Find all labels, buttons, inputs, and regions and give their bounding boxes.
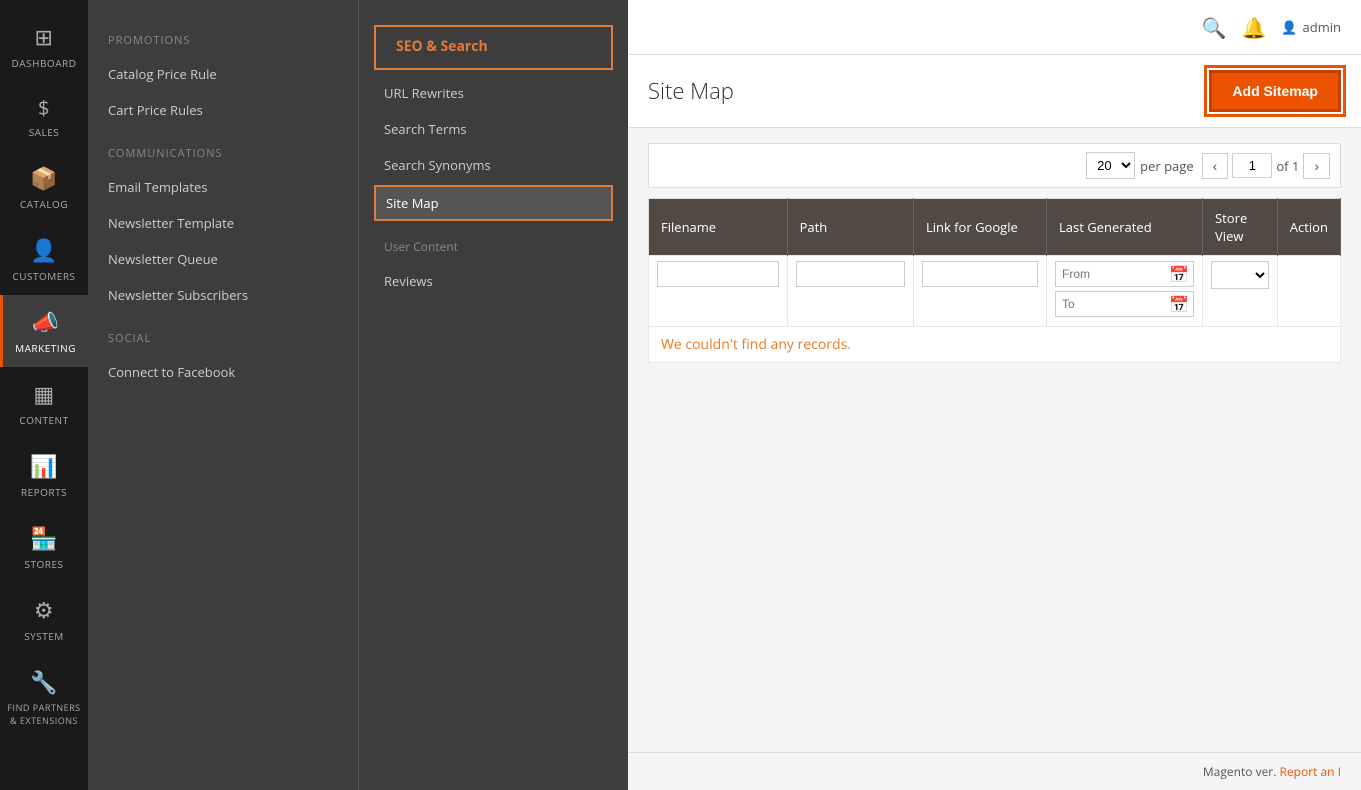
to-calendar-icon[interactable]: 📅 — [1169, 293, 1189, 315]
stores-icon: 🏪 — [30, 523, 58, 553]
search-terms-item[interactable]: Search Terms — [359, 111, 628, 147]
top-bar-icons: 🔍 🔔 👤 admin — [1202, 14, 1341, 41]
sales-icon: $ — [38, 94, 50, 121]
promotions-section-title: Promotions — [88, 15, 358, 56]
col-header-path: Path — [787, 199, 913, 256]
marketing-menu: Promotions Catalog Price Rule Cart Price… — [88, 0, 358, 790]
pagination: ‹ of 1 › — [1202, 153, 1330, 179]
grid-controls: 20 per page ‹ of 1 › — [648, 143, 1341, 188]
footer: Magento ver. Report an I — [628, 752, 1361, 790]
filename-filter-input[interactable] — [657, 261, 779, 287]
system-icon: ⚙ — [34, 595, 54, 625]
filter-last-generated: 📅 📅 — [1047, 256, 1203, 327]
col-header-link: Link for Google — [913, 199, 1046, 256]
dashboard-icon: ⊞ — [35, 22, 54, 52]
next-page-button[interactable]: › — [1303, 153, 1330, 179]
page-number-input[interactable] — [1232, 153, 1272, 178]
page-title-area: Site Map — [648, 76, 1209, 106]
sidebar-item-reports[interactable]: 📊 REPORTS — [0, 439, 88, 511]
no-records-message: We couldn't find any records. — [649, 327, 1341, 363]
sidebar-item-customers[interactable]: 👤 CUSTOMERS — [0, 223, 88, 295]
filter-filename — [649, 256, 788, 327]
social-section-title: Social — [88, 313, 358, 354]
sidebar-item-content[interactable]: ▦ CONTENT — [0, 367, 88, 439]
url-rewrites-item[interactable]: URL Rewrites — [359, 75, 628, 111]
add-sitemap-button[interactable]: Add Sitemap — [1209, 70, 1341, 112]
to-date-wrap: 📅 — [1055, 291, 1194, 317]
path-filter-input[interactable] — [796, 261, 905, 287]
col-header-last-generated: Last Generated — [1047, 199, 1203, 256]
sidebar-icons: ⊞ DASHBOARD $ SALES 📦 CATALOG 👤 CUSTOMER… — [0, 0, 88, 790]
seo-search-header[interactable]: SEO & Search — [374, 25, 613, 70]
per-page-select: 20 per page — [1086, 152, 1193, 179]
table-header-row: Filename Path Link for Google Last Gener… — [649, 199, 1341, 256]
no-records-row: We couldn't find any records. — [649, 327, 1341, 363]
connect-facebook-item[interactable]: Connect to Facebook — [88, 354, 358, 390]
newsletter-queue-item[interactable]: Newsletter Queue — [88, 241, 358, 277]
filter-link — [913, 256, 1046, 327]
sidebar-item-dashboard[interactable]: ⊞ DASHBOARD — [0, 10, 88, 82]
sidebar-item-stores[interactable]: 🏪 STORES — [0, 511, 88, 583]
of-pages: of 1 — [1276, 157, 1299, 175]
catalog-icon: 📦 — [30, 163, 58, 193]
communications-section-title: Communications — [88, 128, 358, 169]
sidebar-item-marketing[interactable]: 📣 MARKETING — [0, 295, 88, 367]
customers-icon: 👤 — [30, 235, 58, 265]
newsletter-subscribers-item[interactable]: Newsletter Subscribers — [88, 277, 358, 313]
newsletter-template-item[interactable]: Newsletter Template — [88, 205, 358, 241]
content-area: 20 per page ‹ of 1 › Filename Path Link … — [628, 128, 1361, 752]
user-menu[interactable]: 👤 admin — [1281, 18, 1341, 36]
reports-icon: 📊 — [30, 451, 58, 481]
top-bar: 🔍 🔔 👤 admin — [628, 0, 1361, 55]
search-synonyms-item[interactable]: Search Synonyms — [359, 147, 628, 183]
site-map-item[interactable]: Site Map — [374, 185, 613, 221]
seo-submenu: SEO & Search URL Rewrites Search Terms S… — [358, 0, 628, 790]
user-content-section-title: User Content — [359, 223, 628, 263]
link-filter-input[interactable] — [922, 261, 1038, 287]
prev-page-button[interactable]: ‹ — [1202, 153, 1229, 179]
marketing-icon: 📣 — [32, 307, 60, 337]
sidebar-item-find[interactable]: 🔧 FIND PARTNERS & EXTENSIONS — [0, 655, 88, 739]
sidebar-item-sales[interactable]: $ SALES — [0, 82, 88, 151]
col-header-store-view: Store View — [1203, 199, 1278, 256]
search-icon[interactable]: 🔍 — [1202, 14, 1227, 41]
page-title: Site Map — [648, 76, 1209, 106]
sitemap-table: Filename Path Link for Google Last Gener… — [648, 198, 1341, 363]
filter-store-view — [1203, 256, 1278, 327]
content-icon: ▦ — [33, 379, 54, 409]
filter-action — [1277, 256, 1340, 327]
per-page-dropdown[interactable]: 20 — [1086, 152, 1135, 179]
col-header-filename: Filename — [649, 199, 788, 256]
user-icon: 👤 — [1281, 18, 1297, 36]
page-header: Site Map Add Sitemap — [628, 55, 1361, 128]
username: admin — [1303, 18, 1341, 36]
per-page-label: per page — [1140, 157, 1193, 175]
main-content: 🔍 🔔 👤 admin Site Map Add Sitemap 20 per … — [628, 0, 1361, 790]
cart-price-rules-item[interactable]: Cart Price Rules — [88, 92, 358, 128]
sidebar-item-system[interactable]: ⚙ SYSTEM — [0, 583, 88, 655]
col-header-action: Action — [1277, 199, 1340, 256]
from-calendar-icon[interactable]: 📅 — [1169, 263, 1189, 285]
from-date-wrap: 📅 — [1055, 261, 1194, 287]
catalog-price-rule-item[interactable]: Catalog Price Rule — [88, 56, 358, 92]
filter-path — [787, 256, 913, 327]
table-filter-row: 📅 📅 — [649, 256, 1341, 327]
reviews-item[interactable]: Reviews — [359, 263, 628, 299]
report-issue-link[interactable]: Report an I — [1280, 763, 1342, 780]
sidebar-item-catalog[interactable]: 📦 CATALOG — [0, 151, 88, 223]
find-icon: 🔧 — [30, 667, 58, 697]
email-templates-item[interactable]: Email Templates — [88, 169, 358, 205]
store-view-filter-select[interactable] — [1211, 261, 1269, 289]
bell-icon[interactable]: 🔔 — [1241, 14, 1266, 41]
magento-version: Magento ver. — [1203, 763, 1276, 780]
